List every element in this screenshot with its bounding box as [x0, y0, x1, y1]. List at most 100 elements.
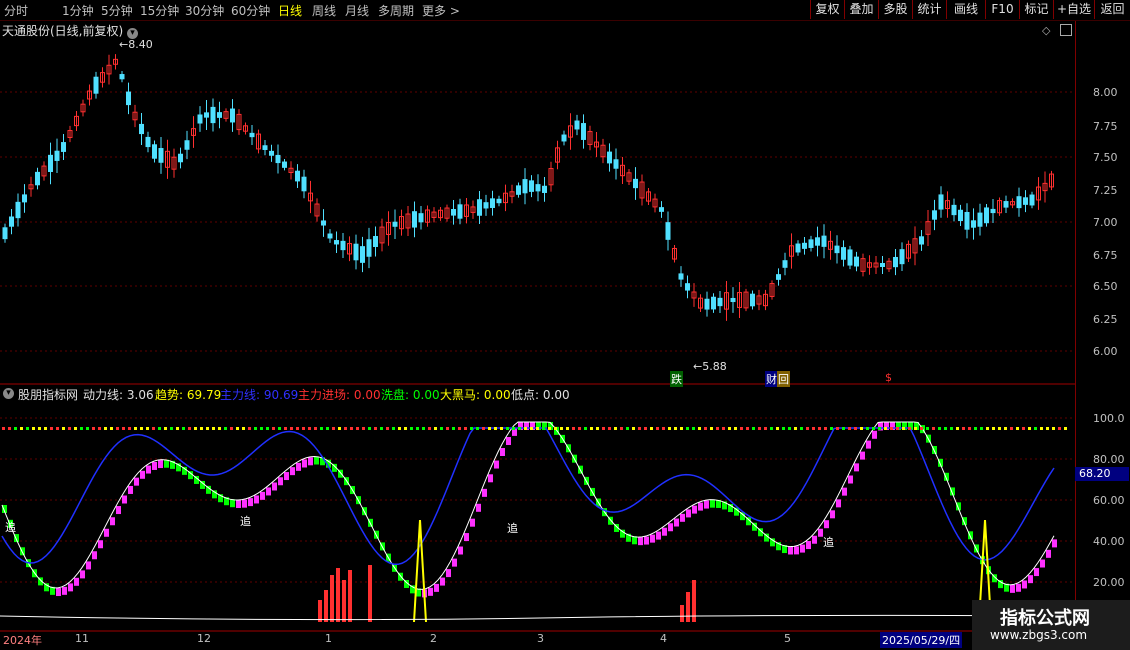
- signal-dot: [818, 427, 821, 430]
- indicator-bar: [248, 498, 253, 507]
- signal-dot: [914, 427, 917, 430]
- price-tick: 7.50: [1093, 151, 1118, 164]
- signal-dot: [926, 427, 929, 430]
- indicator-bar: [800, 544, 805, 553]
- indicator-bar: [1022, 580, 1027, 589]
- signal-dot: [644, 427, 647, 430]
- entry-bar: [686, 592, 690, 622]
- signal-dot: [824, 427, 827, 430]
- entry-bar: [336, 568, 340, 622]
- signal-dot: [536, 427, 539, 430]
- indicator-bar: [314, 456, 319, 465]
- ind-label: 主力线:: [220, 388, 261, 402]
- signal-dot: [596, 427, 599, 430]
- chase-label: 追: [5, 521, 16, 534]
- settings-icon[interactable]: [1060, 24, 1072, 36]
- signal-dot: [440, 427, 443, 430]
- candle-body: [353, 243, 359, 261]
- candle-body: [126, 91, 131, 106]
- signal-dot: [800, 427, 803, 430]
- signal-dot: [992, 427, 995, 430]
- signal-dot: [584, 427, 587, 430]
- signal-dot: [1052, 427, 1055, 430]
- signal-dot: [842, 427, 845, 430]
- indicator-menu-icon[interactable]: ▾: [3, 388, 14, 399]
- signal-dot: [254, 427, 257, 430]
- candle-body: [841, 247, 846, 260]
- signal-dot: [668, 427, 671, 430]
- candle-body: [366, 239, 372, 257]
- signal-dot: [458, 427, 461, 430]
- signal-dot: [38, 427, 41, 430]
- signal-dot: [158, 427, 161, 430]
- signal-dot: [362, 427, 365, 430]
- candle-body: [730, 297, 736, 303]
- signal-dot: [62, 427, 65, 430]
- indicator-bar: [230, 499, 235, 508]
- signal-dot: [608, 427, 611, 430]
- signal-dot: [806, 427, 809, 430]
- candle-body: [490, 198, 495, 208]
- candle-body: [217, 112, 222, 118]
- signal-dot: [74, 427, 77, 430]
- indicator-bar: [830, 510, 835, 519]
- candle-body: [613, 159, 619, 169]
- signal-dot: [836, 427, 839, 430]
- indicator-bar: [794, 546, 799, 555]
- signal-dot: [656, 427, 659, 430]
- low-price-value: 5.88: [702, 360, 727, 373]
- ind-value: 90.69: [263, 388, 299, 402]
- high-price-label: ←8.40: [119, 38, 153, 51]
- candle-body: [139, 123, 144, 135]
- signal-dot: [236, 427, 239, 430]
- candle-body: [197, 114, 203, 124]
- candle-body: [958, 209, 963, 222]
- candle-body: [542, 185, 547, 193]
- dividend-marker[interactable]: $: [884, 371, 893, 384]
- indicator-bar: [488, 474, 493, 483]
- signal-dot: [14, 427, 17, 430]
- signal-dot: [692, 427, 695, 430]
- signal-dot: [164, 427, 167, 430]
- candle-body: [483, 202, 489, 209]
- indicator-bar: [434, 583, 439, 592]
- indicator-bar: [1034, 568, 1039, 577]
- candle-body: [815, 237, 820, 246]
- signal-dot: [308, 427, 311, 430]
- signal-dot: [272, 427, 275, 430]
- candle-body: [327, 233, 333, 239]
- signal-dot: [380, 427, 383, 430]
- diamond-icon[interactable]: ◇: [1042, 24, 1050, 37]
- indicator-bar: [1010, 584, 1015, 593]
- cursor-date: 2025/05/29/四: [880, 632, 963, 648]
- indicator-bar: [452, 558, 457, 567]
- return-marker[interactable]: 回: [777, 371, 790, 387]
- signal-dot: [452, 427, 455, 430]
- signal-dot: [398, 427, 401, 430]
- signal-dot: [512, 427, 515, 430]
- signal-dot: [50, 427, 53, 430]
- candle-body: [158, 148, 164, 163]
- ind-washout: 洗盘: 0.00: [381, 386, 440, 403]
- signal-dot: [794, 427, 797, 430]
- indicator-bar: [824, 520, 829, 529]
- signal-dot: [332, 427, 335, 430]
- candle-body: [282, 161, 287, 168]
- signal-dot: [368, 427, 371, 430]
- signal-dot: [986, 427, 989, 430]
- signal-dot: [860, 427, 863, 430]
- die-marker[interactable]: 跌: [670, 371, 683, 387]
- signal-dot: [890, 427, 893, 430]
- ind-tick: 20.00: [1093, 576, 1125, 589]
- candle-body: [204, 112, 209, 118]
- candle-body: [269, 150, 274, 156]
- indicator-bar: [296, 462, 301, 471]
- signal-dot: [68, 427, 71, 430]
- current-value-badge: 68.20: [1075, 467, 1129, 481]
- candle-body: [659, 207, 664, 212]
- chart-canvas[interactable]: [0, 0, 1130, 650]
- signal-dot: [938, 427, 941, 430]
- indicator-bar: [812, 535, 817, 544]
- signal-dot: [194, 427, 197, 430]
- ind-value: 69.79: [186, 388, 222, 402]
